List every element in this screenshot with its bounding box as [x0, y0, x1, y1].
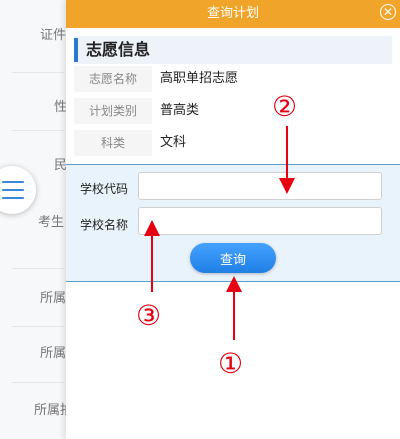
info-key: 计划类别	[74, 98, 152, 124]
bg-divider	[12, 382, 64, 383]
bg-divider	[12, 268, 64, 269]
close-icon[interactable]: ✕	[380, 4, 396, 20]
section-accent-bar	[74, 38, 78, 62]
info-row-subject: 科类 文科	[74, 130, 392, 156]
info-value: 普高类	[160, 103, 200, 118]
bg-label-affiliation-2: 所属	[40, 346, 67, 361]
query-plan-dialog: 查询计划 ✕ 志愿信息 志愿名称 高职单招志愿 计划类别 普高类 科类 文科 学…	[66, 0, 400, 439]
info-value: 高职单招志愿	[160, 71, 239, 86]
dialog-title: 查询计划	[206, 6, 259, 21]
bg-label-affiliation-1: 所属	[40, 291, 67, 306]
query-button[interactable]: 查询	[190, 243, 276, 273]
bg-divider	[12, 326, 64, 327]
section-header: 志愿信息	[74, 36, 392, 64]
bg-divider	[12, 130, 64, 131]
info-value: 文科	[160, 135, 187, 150]
school-code-input[interactable]	[138, 172, 382, 200]
bg-divider	[12, 72, 64, 73]
query-form: 学校代码 学校名称 查询	[66, 164, 400, 282]
bg-label-examinee: 考生	[38, 215, 65, 230]
school-name-input[interactable]	[138, 207, 382, 235]
info-key: 志愿名称	[74, 66, 152, 92]
info-row-plan-category: 计划类别 普高类	[74, 98, 392, 124]
info-key: 科类	[74, 130, 152, 156]
bg-label-id: 证件	[40, 28, 67, 43]
section-title: 志愿信息	[86, 40, 151, 59]
school-code-label: 学校代码	[80, 182, 129, 196]
school-name-label: 学校名称	[80, 218, 129, 232]
dialog-header: 查询计划 ✕	[66, 0, 400, 28]
info-row-volunteer-name: 志愿名称 高职单招志愿	[74, 66, 392, 92]
